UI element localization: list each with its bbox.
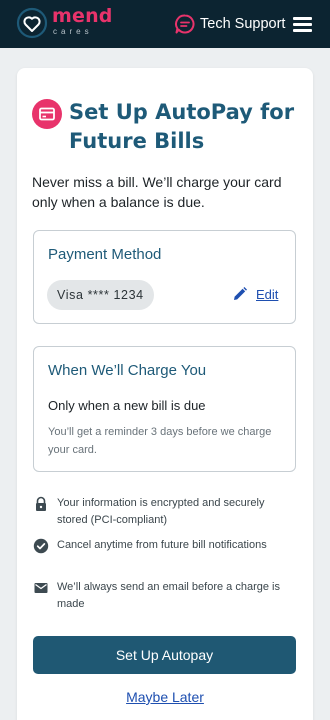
hamburger-menu-icon[interactable] <box>293 16 313 32</box>
lock-icon <box>36 496 46 511</box>
payment-method-title: Payment Method <box>48 246 162 263</box>
intro-text: Never miss a bill. We’ll charge your car… <box>32 174 282 210</box>
edit-label: Edit <box>256 286 279 302</box>
security-note: Your information is encrypted and secure… <box>33 495 298 529</box>
credit-card-icon <box>32 99 62 129</box>
cancel-note: Cancel anytime from future bill notifica… <box>33 537 298 571</box>
tech-support-button[interactable]: Tech Support <box>174 13 285 35</box>
charge-timing-title: When We’ll Charge You <box>48 362 207 379</box>
edit-payment-link[interactable]: Edit <box>232 286 278 302</box>
pencil-icon <box>234 287 247 300</box>
charge-condition: Only when a new bill is due <box>48 398 206 413</box>
cancel-note-text: Cancel anytime from future bill notifica… <box>57 539 267 551</box>
check-circle-icon <box>33 538 49 554</box>
logo-name: mend <box>52 5 113 27</box>
tech-support-label: Tech Support <box>200 16 286 32</box>
brand-logo[interactable]: mend cares <box>16 7 113 39</box>
mail-icon <box>34 583 48 593</box>
logo-tagline: cares <box>53 27 93 36</box>
card-chip: Visa **** 1234 <box>47 280 154 310</box>
setup-autopay-button[interactable]: Set Up Autopay <box>33 636 296 674</box>
heart-logo-icon <box>16 7 48 39</box>
email-note: We’ll always send an email before a char… <box>33 579 298 613</box>
maybe-later-link[interactable]: Maybe Later <box>17 689 313 705</box>
payment-method-panel: Payment Method Visa **** 1234 Edit <box>33 230 296 324</box>
email-note-text: We’ll always send an email before a char… <box>57 581 280 610</box>
charge-reminder: You’ll get a reminder 3 days before we c… <box>48 426 272 456</box>
page-title: Set Up AutoPay for Future Bills <box>69 100 295 153</box>
chat-bubble-icon <box>175 14 195 34</box>
charge-timing-panel: When We’ll Charge You Only when a new bi… <box>33 346 296 472</box>
security-note-text: Your information is encrypted and secure… <box>57 497 265 526</box>
autopay-card: Set Up AutoPay for Future Bills Never mi… <box>17 68 313 720</box>
top-nav-bar: mend cares Tech Support <box>0 0 330 48</box>
